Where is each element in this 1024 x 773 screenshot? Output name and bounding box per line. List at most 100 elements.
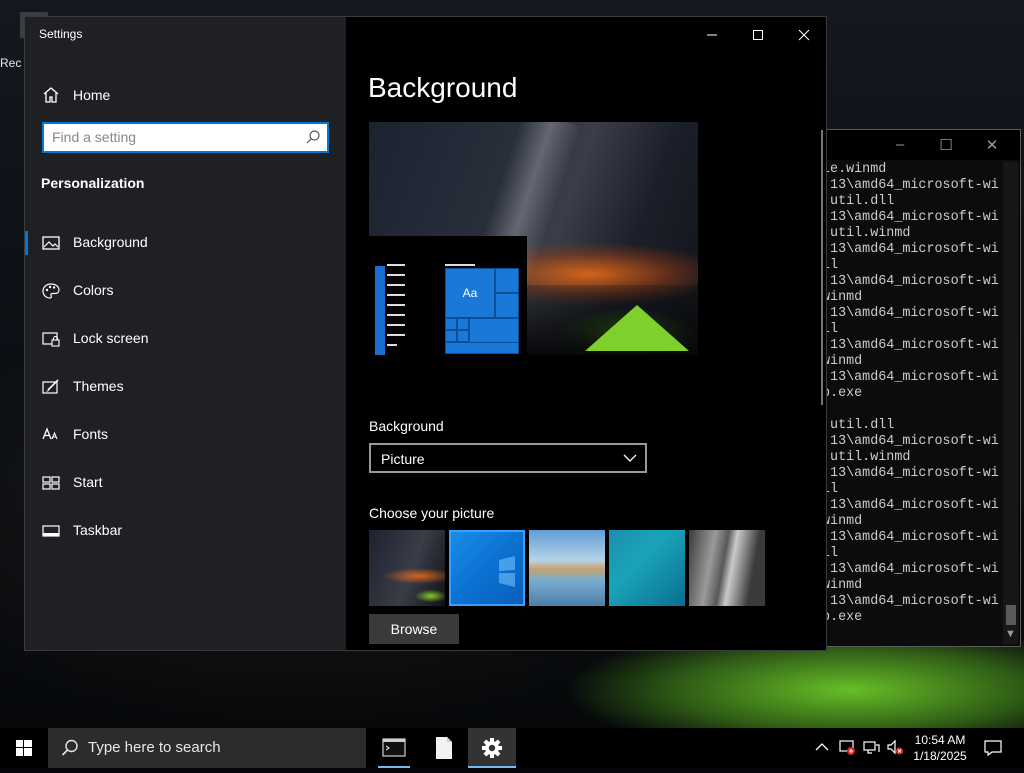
console-output: le.winmd .13\amd64_microsoft-wi .util.dll.… [822,162,1000,642]
nav-item-label: Themes [73,378,124,394]
taskbar-app-settings[interactable] [468,728,516,768]
picture-thumbnail[interactable] [449,530,525,606]
console-line: ll [822,482,839,497]
brush-icon [42,379,59,394]
minimize-icon[interactable]: – [890,136,910,153]
console-scroll-thumb[interactable] [1006,605,1016,625]
nav-home-label: Home [73,87,111,103]
nav-item-fonts[interactable]: Fonts [25,415,346,455]
network-icon[interactable] [862,738,880,756]
console-titlebar[interactable]: – ☐ ✕ [808,130,1020,160]
chevron-down-icon[interactable]: ▼ [1005,628,1016,640]
volume-muted-icon[interactable] [886,738,904,756]
search-input[interactable] [52,127,292,147]
maximize-icon[interactable] [744,25,772,45]
console-line: p.exe [822,386,863,401]
preview-tile [457,330,469,342]
console-line: .util.winmd [822,450,911,465]
console-line: .13\amd64_microsoft-wi [822,306,999,321]
preview-tile [495,293,519,318]
console-line: .13\amd64_microsoft-wi [822,274,999,289]
console-scrollbar[interactable]: ▼ [1003,162,1018,644]
minimize-icon[interactable] [698,25,726,45]
app-title: Settings [39,27,83,41]
preview-tile [445,318,457,330]
preview-line [387,264,405,266]
taskbar-app-command-prompt[interactable] [370,728,418,768]
nav-item-background[interactable]: Background [25,223,346,263]
taskbar-clock[interactable]: 10:54 AM 1/18/2025 [906,732,974,764]
preview-tile [495,268,519,293]
browse-button[interactable]: Browse [369,614,459,644]
nav-item-themes[interactable]: Themes [25,367,346,407]
console-line: .13\amd64_microsoft-wi [822,370,999,385]
console-line: winmd [822,354,863,369]
preview-line [387,284,405,286]
preview-line [387,334,405,336]
console-line: .util.winmd [822,226,911,241]
picture-thumbnails [369,530,769,606]
nav-item-label: Fonts [73,426,109,442]
taskbar-app-file[interactable] [419,728,467,768]
preview-start-list [375,266,385,355]
preview-line [387,324,405,326]
command-prompt-icon [382,738,406,757]
nav-item-colors[interactable]: Colors [25,271,346,311]
choose-picture-label: Choose your picture [369,505,495,521]
console-line: winmd [822,514,863,529]
settings-content-pane: Background Aa Background Picture Choose … [346,17,826,650]
search-icon[interactable] [305,129,321,145]
nav-item-label: Start [73,474,103,490]
nav-item-start[interactable]: Start [25,463,346,503]
picture-icon [42,236,60,250]
background-type-dropdown[interactable]: Picture [369,443,647,473]
preview-start-menu: Aa [369,236,527,355]
chevron-up-icon[interactable] [813,738,831,756]
nav-item-label: Lock screen [73,330,149,346]
section-title: Personalization [41,175,145,191]
console-line: .13\amd64_microsoft-wi [822,498,999,513]
console-line: .13\amd64_microsoft-wi [822,210,999,225]
picture-thumbnail[interactable] [689,530,765,606]
console-line: .13\amd64_microsoft-wi [822,466,999,481]
settings-search-box[interactable] [42,122,329,153]
picture-thumbnail[interactable] [529,530,605,606]
nav-item-label: Background [73,234,148,250]
preview-tile [445,342,519,354]
windows-logo-icon [16,740,32,756]
picture-thumbnail[interactable] [369,530,445,606]
picture-thumbnail[interactable] [609,530,685,606]
dropdown-value: Picture [381,451,425,467]
nav-item-lock-screen[interactable]: Lock screen [25,319,346,359]
maximize-icon[interactable]: ☐ [936,136,956,154]
console-line: .util.dll [822,194,895,209]
settings-window[interactable]: Settings Home Personalization Background [24,16,827,651]
console-window[interactable]: – ☐ ✕ le.winmd .13\amd64_microsoft-wi .uti… [808,129,1021,647]
nav-item-label: Taskbar [73,522,123,538]
start-button[interactable] [0,728,48,768]
close-icon[interactable] [790,25,818,45]
preview-tile-aa: Aa [445,268,495,318]
preview-tiles: Aa [445,268,519,354]
content-scrollbar[interactable] [821,130,823,405]
close-icon[interactable]: ✕ [982,136,1002,154]
taskbar: Type here to search 10:54 AM 1/18/2025 [0,728,1024,768]
palette-icon [42,283,60,299]
page-title: Background [368,72,518,103]
console-line: winmd [822,290,863,305]
preview-tile [469,318,519,343]
preview-line [387,314,405,316]
security-icon[interactable] [838,738,856,756]
preview-line [445,264,475,266]
console-line: .13\amd64_microsoft-wi [822,562,999,577]
console-line: ll [822,546,839,561]
nav-item-taskbar[interactable]: Taskbar [25,511,346,551]
settings-nav-pane: Settings Home Personalization Background [25,17,346,650]
notifications-icon[interactable] [983,738,1003,758]
preview-line [387,274,405,276]
nav-home[interactable]: Home [25,79,346,111]
preview-tile [445,330,457,342]
taskbar-search-box[interactable]: Type here to search [48,728,366,768]
windows-logo-icon [499,556,515,587]
